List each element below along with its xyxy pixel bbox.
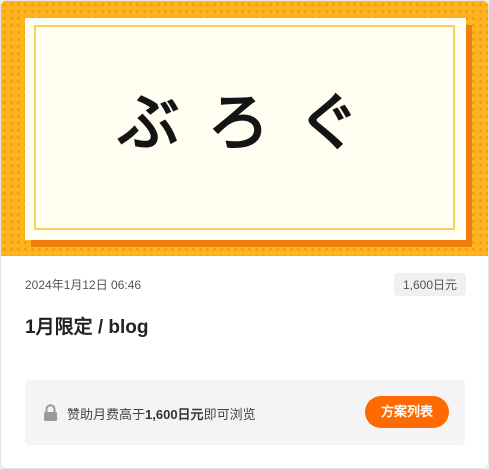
lock-message-amount: 1,600日元 bbox=[145, 407, 204, 422]
lock-message: 赞助月费高于1,600日元即可浏览 bbox=[67, 404, 256, 423]
post-title[interactable]: 1月限定 / blog bbox=[25, 312, 149, 339]
lock-message-prefix: 赞助月费高于 bbox=[67, 407, 146, 422]
cover-image[interactable]: ぶろぐ bbox=[1, 1, 488, 256]
cover-title: ぶろぐ bbox=[117, 86, 388, 159]
plan-list-button[interactable]: 方案列表 bbox=[364, 396, 449, 428]
cover-paper: ぶろぐ bbox=[25, 18, 466, 240]
lock-icon bbox=[43, 404, 58, 422]
price-badge: 1,600日元 bbox=[393, 273, 466, 296]
lock-message-suffix: 即可浏览 bbox=[203, 407, 256, 422]
post-date: 2024年1月12日 06:46 bbox=[25, 278, 142, 292]
locked-content-notice: 赞助月费高于1,600日元即可浏览 方案列表 bbox=[25, 380, 465, 445]
post-card[interactable]: ぶろぐ 2024年1月12日 06:46 1,600日元 1月限定 / blog… bbox=[0, 0, 489, 469]
